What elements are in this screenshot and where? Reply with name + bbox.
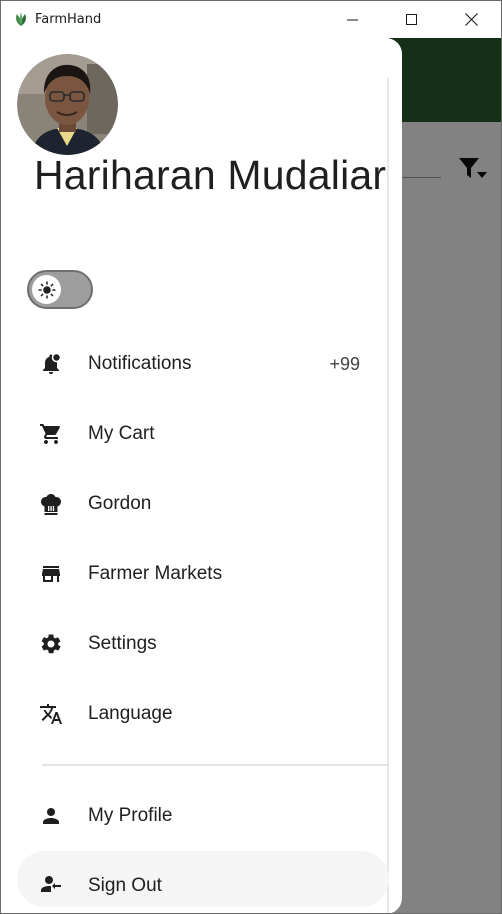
drawer-item-my-cart[interactable]: My Cart [17, 406, 389, 462]
drawer-divider [42, 764, 389, 766]
chef-hat-icon [41, 494, 61, 515]
notification-bell-icon [43, 352, 62, 374]
toggle-knob [32, 275, 61, 304]
title-bar: FarmHand [1, 1, 501, 38]
maximize-button[interactable] [383, 1, 441, 38]
window-title: FarmHand [35, 12, 102, 27]
avatar[interactable] [17, 54, 118, 155]
app-window: FarmHand Hariharan Mudaliar Notification… [0, 0, 502, 914]
close-icon [464, 13, 478, 26]
drawer-item-label: Farmer Markets [88, 563, 223, 584]
drawer-item-farmer-markets[interactable]: Farmer Markets [17, 546, 389, 602]
cart-icon [40, 424, 60, 444]
minimize-button[interactable] [324, 1, 382, 38]
theme-toggle[interactable] [27, 270, 93, 309]
drawer-item-sign-out[interactable]: Sign Out [17, 851, 389, 907]
close-button[interactable] [442, 1, 500, 38]
store-icon [42, 566, 60, 582]
drawer-item-gordon[interactable]: Gordon [17, 476, 389, 532]
minimize-icon [347, 19, 358, 20]
profile-photo [17, 54, 118, 155]
drawer-item-label: My Profile [88, 805, 173, 826]
drawer-item-language[interactable]: Language [17, 686, 389, 742]
maximize-icon [406, 13, 417, 25]
translate-icon [40, 704, 62, 724]
drawer-item-label: Settings [88, 633, 157, 654]
drawer-item-label: Notifications [88, 353, 192, 374]
drawer-item-label: My Cart [88, 423, 155, 444]
farmhand-logo-icon [16, 12, 26, 26]
person-icon [43, 808, 59, 824]
gear-icon [41, 634, 61, 654]
sun-icon [37, 280, 56, 299]
drawer-item-label: Sign Out [88, 875, 162, 896]
user-name: Hariharan Mudaliar [34, 152, 387, 198]
drawer-item-label: Language [88, 703, 173, 724]
sign-out-icon [41, 876, 61, 892]
drawer-item-notifications[interactable]: Notifications +99 [17, 336, 389, 392]
drawer-item-label: Gordon [88, 493, 152, 514]
navigation-drawer: Hariharan Mudaliar Notifications +99 My … [1, 38, 402, 913]
notification-count-badge: +99 [329, 354, 360, 374]
drawer-item-settings[interactable]: Settings [17, 616, 389, 672]
drawer-item-my-profile[interactable]: My Profile [17, 788, 389, 844]
